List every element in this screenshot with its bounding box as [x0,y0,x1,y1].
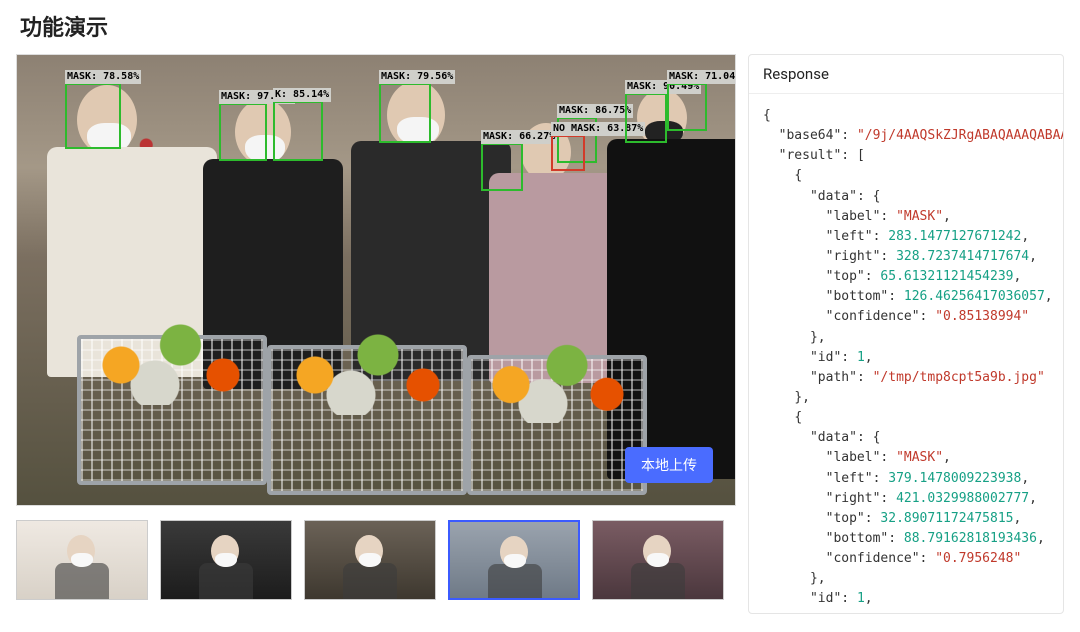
thumbnail-sample-5[interactable] [592,520,724,600]
detection-box: NO MASK: 63.87% [551,135,585,171]
detection-box: K: 85.14% [273,101,323,161]
detection-box: MASK: 66.27% [481,143,523,191]
detection-box: MASK: 78.58% [65,83,121,149]
response-panel: Response { "base64": "/9j/4AAQSkZJRgABAQ… [748,54,1064,614]
thumbnail-sample-2[interactable] [160,520,292,600]
detection-label: MASK: 79.56% [379,70,455,84]
detection-label: K: 85.14% [273,88,331,102]
response-header: Response [749,55,1063,94]
local-upload-button[interactable]: 本地上传 [625,447,713,483]
detection-image-panel: MASK: 78.58%MASK: 97.44%K: 85.14%MASK: 7… [16,54,736,506]
detection-box: MASK: 97.44% [219,103,267,161]
thumbnail-row [16,520,736,600]
detection-label: MASK: 78.58% [65,70,141,84]
detection-label: MASK: 71.04% [667,70,736,84]
detection-box: MASK: 90.49% [625,93,667,143]
thumbnail-sample-1[interactable] [16,520,148,600]
detection-label: MASK: 66.27% [481,130,557,144]
page-title: 功能演示 [0,0,1080,54]
detection-box: MASK: 79.56% [379,83,431,143]
thumbnail-sample-3[interactable] [304,520,436,600]
detection-box: MASK: 71.04% [667,83,707,131]
detection-label: MASK: 86.75% [557,104,633,118]
response-json-body[interactable]: { "base64": "/9j/4AAQSkZJRgABAQAAAQABAAD… [749,94,1063,613]
thumbnail-sample-4[interactable] [448,520,580,600]
